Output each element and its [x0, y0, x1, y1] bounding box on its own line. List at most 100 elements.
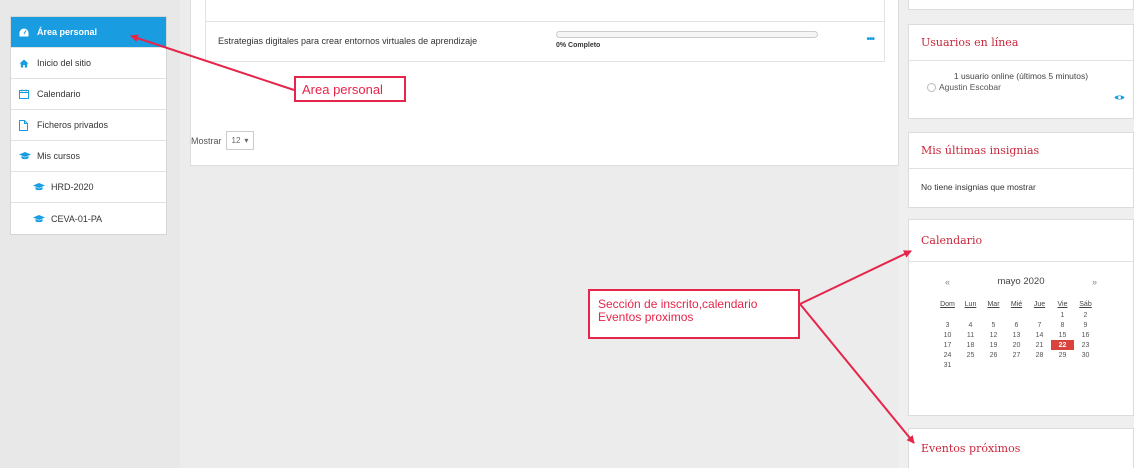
online-summary: 1 usuario online (últimos 5 minutos)	[953, 71, 1089, 81]
calendar-week: 17 18 19 20 21 22 23	[936, 340, 1097, 350]
calendar-day[interactable]: 2	[1074, 310, 1097, 320]
sidebar-item-label: Inicio del sitio	[37, 58, 92, 68]
annotation-arrow	[799, 250, 912, 305]
calendar-day[interactable]: 21	[1028, 340, 1051, 350]
calendar-day[interactable]: 31	[936, 360, 959, 370]
calendar-empty-cell	[1074, 360, 1097, 370]
sidebar-item-hrd-2020[interactable]: HRD-2020	[11, 172, 166, 203]
calendar-empty-cell	[959, 360, 982, 370]
calendar-weekday: Jue	[1033, 301, 1046, 308]
annotation-area-personal: Area personal	[294, 76, 406, 102]
sidebar-nav: Área personal Inicio del sitio Calendari…	[10, 16, 167, 235]
calendar-day[interactable]: 1	[1051, 310, 1074, 320]
sidebar-item-label: Mis cursos	[37, 151, 81, 161]
calendar-day[interactable]: 15	[1051, 330, 1074, 340]
annotation-text: Area personal	[302, 82, 383, 97]
calendar-weekday: Sáb	[1079, 301, 1092, 308]
course-name[interactable]: Estrategias digitales para crear entorno…	[218, 36, 477, 46]
show-label: Mostrar	[191, 135, 222, 146]
calendar-day[interactable]: 27	[1005, 350, 1028, 360]
calendar-grid: Dom Lun Mar Mié Jue Vie Sáb 1 2 3 4 5 6 7 8 9 10 11 12 13 1…	[936, 301, 1097, 370]
graduation-cap-icon	[19, 152, 33, 160]
sidebar-item-ficheros-privados[interactable]: Ficheros privados	[11, 110, 166, 141]
calendar-day[interactable]: 17	[936, 340, 959, 350]
online-user-name[interactable]: Agustin Escobar	[939, 82, 1001, 92]
calendar-weekday: Vie	[1057, 301, 1068, 308]
calendar-day[interactable]: 22	[1051, 340, 1074, 350]
calendar-day[interactable]: 24	[936, 350, 959, 360]
online-user[interactable]: Agustin Escobar	[927, 82, 1121, 92]
sidebar-item-label: Calendario	[37, 89, 81, 99]
previous-block-bottom	[908, 0, 1134, 10]
calendar-day[interactable]: 10	[936, 330, 959, 340]
course-row	[205, 0, 885, 22]
calendar-week: 31	[936, 360, 1097, 370]
calendar-empty-cell	[982, 310, 1005, 320]
calendar-day[interactable]: 4	[959, 320, 982, 330]
calendar-empty-cell	[959, 310, 982, 320]
calendar-day[interactable]: 14	[1028, 330, 1051, 340]
calendar-weekday: Lun	[964, 301, 977, 308]
calendar-empty-cell	[1005, 310, 1028, 320]
block-title: Mis últimas insignias	[909, 133, 1133, 169]
sidebar-item-inicio-del-sitio[interactable]: Inicio del sitio	[11, 48, 166, 79]
calendar-day[interactable]: 12	[982, 330, 1005, 340]
sidebar-item-mis-cursos[interactable]: Mis cursos	[11, 141, 166, 172]
more-options-icon[interactable]: •••	[866, 34, 874, 45]
calendar-prev-button[interactable]: «	[945, 277, 950, 287]
page-size-select[interactable]: 12 ▾	[225, 131, 255, 150]
calendar-day[interactable]: 6	[1005, 320, 1028, 330]
calendar-weekday: Mié	[1010, 301, 1023, 308]
course-progress: 0% Completo	[556, 31, 818, 49]
calendar-week: 3456789	[936, 320, 1097, 330]
calendar-day[interactable]: 18	[959, 340, 982, 350]
calendar-day[interactable]: 7	[1028, 320, 1051, 330]
chevron-down-icon: ▾	[244, 136, 249, 145]
block-title: Eventos próximos	[909, 429, 1133, 468]
calendar-empty-cell	[1005, 360, 1028, 370]
sidebar-item-calendario[interactable]: Calendario	[11, 79, 166, 110]
progress-label: 0% Completo	[556, 42, 601, 49]
calendar-day[interactable]: 8	[1051, 320, 1074, 330]
online-users-block: Usuarios en línea 1 usuario online (últi…	[908, 24, 1134, 119]
badges-block: Mis últimas insignias No tiene insignias…	[908, 132, 1134, 208]
calendar-header: « mayo 2020 »	[909, 262, 1133, 287]
calendar-day[interactable]: 28	[1028, 350, 1051, 360]
calendar-block: Calendario « mayo 2020 » Dom Lun Mar Mié Jue…	[908, 219, 1134, 416]
calendar-day[interactable]: 5	[982, 320, 1005, 330]
badges-empty-text: No tiene insignias que mostrar	[921, 182, 1036, 192]
calendar-day[interactable]: 11	[959, 330, 982, 340]
calendar-weekday: Mar	[987, 301, 1000, 308]
calendar-week: 24 25 26 27 28 29 30	[936, 350, 1097, 360]
calendar-week: 12	[936, 310, 1097, 320]
annotation-text: Eventos proximos	[598, 310, 694, 324]
dashboard-icon	[19, 28, 33, 37]
sidebar-item-ceva-01-pa[interactable]: CEVA-01-PA	[11, 203, 166, 234]
sidebar-item-label: CEVA-01-PA	[51, 213, 103, 224]
calendar-next-button[interactable]: »	[1092, 277, 1097, 287]
eye-icon[interactable]	[1114, 93, 1125, 104]
calendar-day[interactable]: 3	[936, 320, 959, 330]
calendar-day[interactable]: 25	[959, 350, 982, 360]
course-row[interactable]: Estrategias digitales para crear entorno…	[205, 22, 885, 62]
calendar-day[interactable]: 29	[1051, 350, 1074, 360]
graduation-cap-icon	[33, 183, 47, 191]
calendar-day[interactable]: 19	[982, 340, 1005, 350]
calendar-empty-cell	[1028, 310, 1051, 320]
calendar-day[interactable]: 16	[1074, 330, 1097, 340]
calendar-empty-cell	[1028, 360, 1051, 370]
calendar-day[interactable]: 20	[1005, 340, 1028, 350]
home-icon	[19, 59, 33, 68]
calendar-day[interactable]: 23	[1074, 340, 1097, 350]
file-icon	[19, 119, 33, 131]
calendar-icon	[19, 89, 33, 99]
sidebar-item-area-personal[interactable]: Área personal	[11, 17, 166, 48]
calendar-day[interactable]: 26	[982, 350, 1005, 360]
block-title: Calendario	[909, 220, 1133, 262]
annotation-arrow	[799, 303, 915, 444]
page-size-value: 12	[231, 136, 241, 145]
calendar-day[interactable]: 13	[1005, 330, 1028, 340]
upcoming-events-block: Eventos próximos	[908, 428, 1134, 468]
calendar-day[interactable]: 30	[1074, 350, 1097, 360]
calendar-day[interactable]: 9	[1074, 320, 1097, 330]
